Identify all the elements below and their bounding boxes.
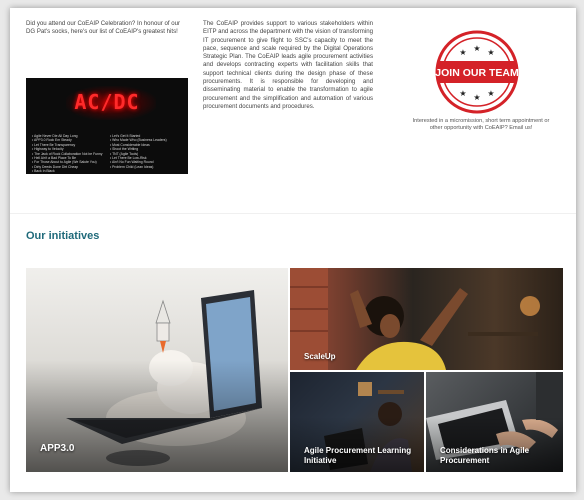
initiative-tile-learning[interactable]: Agile Procurement Learning Initiative — [290, 372, 424, 472]
initiative-tile-considerations[interactable]: Considerations in Agile Procurement — [426, 372, 563, 472]
tile-label-learning: Agile Procurement Learning Initiative — [304, 446, 412, 465]
section-divider — [10, 213, 576, 214]
join-our-team-badge[interactable]: JOIN OUR TEAM ★ ★ ★ ★ ★ ★ — [435, 30, 519, 114]
initiative-tile-scaleup[interactable]: ScaleUp — [290, 268, 563, 370]
star-icon: ★ — [487, 48, 494, 57]
join-caption: Interested in a micromission, short term… — [412, 118, 550, 131]
video-player[interactable]: AC/DC Agile Never Die All Day LongAPP3.0… — [26, 78, 188, 174]
initiatives-heading: Our initiatives — [26, 230, 100, 242]
track-list-item: Problem Child (Lean Ideas) — [110, 165, 184, 169]
track-list-left: Agile Never Die All Day LongAPP3.0 Rock … — [32, 134, 106, 174]
star-icon: ★ — [459, 89, 466, 98]
track-list-right: Let's Get It StartedWho Made Who (Busine… — [110, 134, 184, 169]
star-icon: ★ — [473, 93, 480, 102]
track-list-item: Back In Black — [32, 169, 106, 173]
star-icon: ★ — [487, 89, 494, 98]
badge-text: JOIN OUR TEAM — [435, 67, 519, 79]
star-icon: ★ — [473, 44, 480, 53]
video-title: AC/DC — [74, 90, 140, 114]
about-text: The CoEAIP provides support to various s… — [203, 20, 373, 110]
tile-label-scaleup: ScaleUp — [304, 352, 336, 361]
tile-label-app3: APP3.0 — [40, 443, 75, 454]
initiative-tile-app3[interactable]: APP3.0 — [26, 268, 288, 472]
page-container: Did you attend our CoEAIP Celebration? I… — [10, 8, 576, 492]
star-icon: ★ — [459, 48, 466, 57]
tile-shade — [26, 359, 288, 472]
tile-label-considerations: Considerations in Agile Procurement — [440, 446, 530, 465]
intro-text: Did you attend our CoEAIP Celebration? I… — [26, 20, 181, 36]
